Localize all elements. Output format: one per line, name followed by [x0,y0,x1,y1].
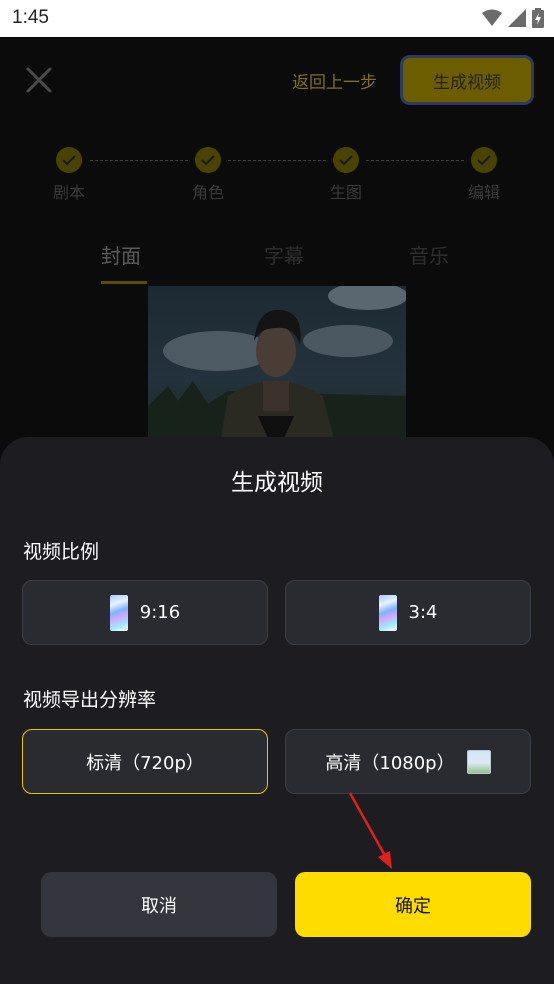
confirm-button[interactable]: 确定 [295,872,531,937]
wifi-icon [482,9,502,26]
status-bar: 1:45 [0,0,554,37]
check-icon [339,155,353,166]
resolution-option-label: 高清（1080p） [325,752,455,774]
ratio-option-label: 9:16 [139,602,181,623]
tab-active-indicator [101,281,147,284]
step-edit: 编辑 [454,147,514,203]
check-icon [62,155,76,166]
check-icon [201,155,215,166]
cover-illustration [148,286,406,456]
resolution-option-720p[interactable]: 标清（720p） [22,729,268,794]
sheet-title: 生成视频 [231,470,323,496]
battery-icon [532,8,544,28]
close-icon[interactable] [24,65,54,95]
tab-cover[interactable]: 封面 [101,240,141,269]
resolution-option-1080p[interactable]: 高清（1080p） [285,729,531,794]
step-script: 剧本 [39,147,99,203]
ratio-option-label: 3:4 [408,602,438,623]
generate-video-button[interactable]: 生成视频 [400,55,534,105]
step-character: 角色 [178,147,238,203]
generate-video-sheet: 生成视频 视频比例 9:16 3:4 视频导出分辨率 标清（720p） 高清（1… [0,437,554,984]
status-time: 1:45 [12,7,49,28]
annotation-arrow [348,792,392,869]
cancel-button[interactable]: 取消 [41,872,277,937]
resolution-section-label: 视频导出分辨率 [23,689,157,711]
ratio-section-label: 视频比例 [23,541,100,563]
step-image-generation: 生图 [316,147,376,203]
ratio-option-3-4[interactable]: 3:4 [285,580,531,645]
tab-bar: 封面 字幕 音乐 [0,240,554,290]
cover-image[interactable] [148,286,406,456]
holographic-portrait-icon [109,594,128,631]
holographic-portrait-icon [378,594,397,631]
ratio-option-9-16[interactable]: 9:16 [22,580,268,645]
tab-subtitles[interactable]: 字幕 [264,240,304,269]
tab-music[interactable]: 音乐 [409,240,449,269]
check-icon [477,155,491,166]
resolution-option-label: 标清（720p） [86,752,204,774]
back-step-link[interactable]: 返回上一步 [292,68,377,93]
image-thumbnail-icon [466,749,491,774]
progress-steps: 剧本 角色 生图 编辑 [0,147,554,207]
signal-icon [508,9,526,27]
